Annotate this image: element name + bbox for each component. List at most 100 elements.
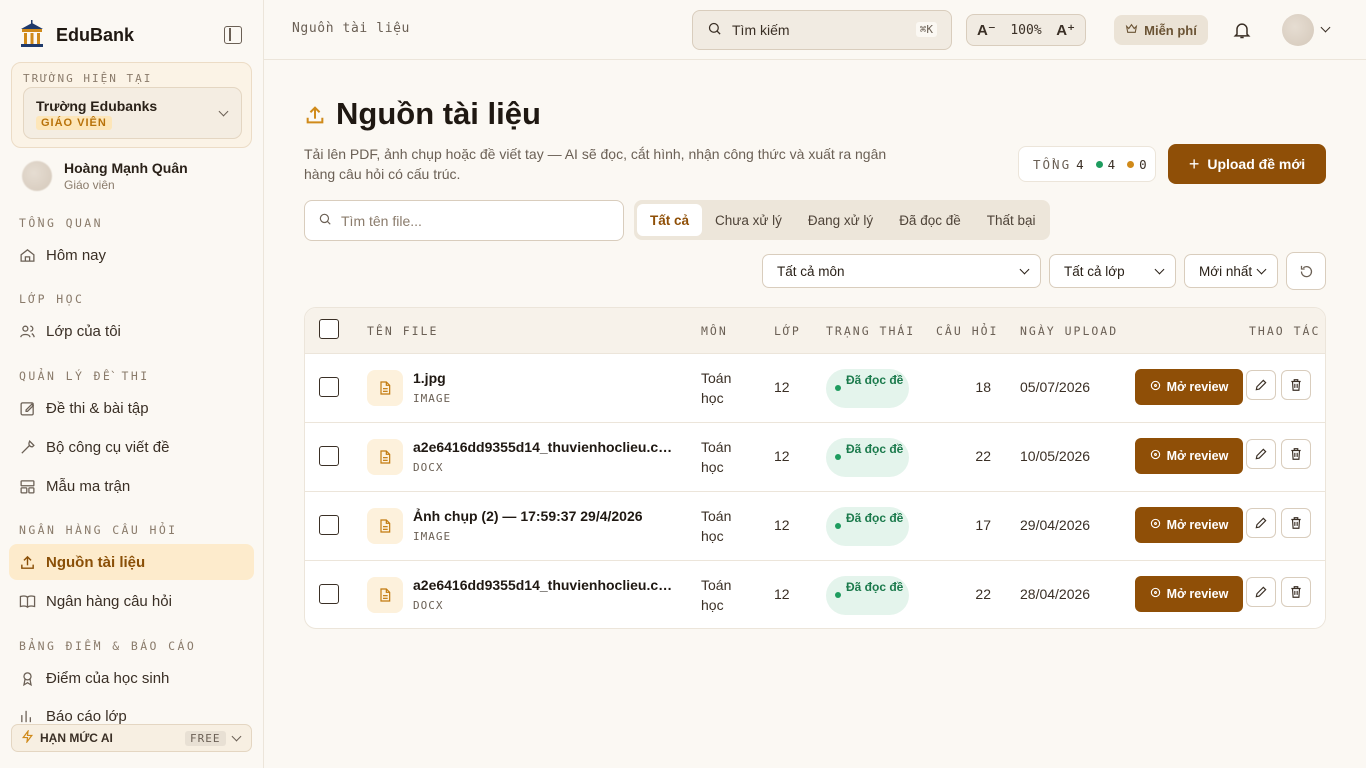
row-checkbox[interactable]: [319, 515, 339, 535]
chevron-down-icon: [218, 106, 229, 117]
section-question-bank: NGÂN HÀNG CÂU HỎI: [19, 523, 178, 537]
col-grade: LỚP: [774, 324, 801, 338]
tab-unprocessed[interactable]: Chưa xử lý: [702, 204, 795, 236]
file-name[interactable]: 1.jpg: [413, 370, 673, 386]
select-all-checkbox[interactable]: [319, 319, 339, 339]
plan-badge[interactable]: Miễn phí: [1114, 15, 1208, 45]
table-row[interactable]: 1.jpg IMAGE Toán học 12 Đã đọc đề 18 05/…: [305, 354, 1325, 423]
delete-button[interactable]: [1281, 577, 1311, 607]
file-type: DOCX: [413, 461, 444, 474]
edit-button[interactable]: [1246, 508, 1276, 538]
delete-button[interactable]: [1281, 508, 1311, 538]
grade-cell: 12: [774, 517, 790, 533]
col-file-name[interactable]: TÊN FILE: [367, 324, 438, 338]
bell-icon[interactable]: [1232, 20, 1252, 40]
stats-pending: 0: [1139, 156, 1148, 172]
row-checkbox[interactable]: [319, 584, 339, 604]
delete-button[interactable]: [1281, 439, 1311, 469]
user-avatar[interactable]: [1282, 14, 1314, 46]
open-review-button[interactable]: Mở review: [1135, 369, 1243, 405]
sidebar-item-my-classes[interactable]: Lớp của tôi: [9, 313, 254, 349]
stats-label: TỔNG: [1033, 156, 1072, 172]
subject-filter-select[interactable]: Tất cả môn: [762, 254, 1041, 288]
subject-cell: Toán học: [701, 439, 732, 475]
school-select[interactable]: Trường Edubanks GIÁO VIÊN: [23, 87, 242, 139]
edit-icon: [19, 400, 36, 417]
subject-cell: Toán học: [701, 508, 732, 544]
subject-cell: Toán học: [701, 370, 732, 406]
zoom-out-button[interactable]: A⁻: [977, 21, 996, 39]
topbar: Nguồn tài liệu Tìm kiếm ⌘K A⁻ 100% A⁺ Mi…: [264, 0, 1366, 60]
tab-read[interactable]: Đã đọc đề: [886, 204, 974, 236]
sidebar-item-exams[interactable]: Đề thi & bài tập: [9, 390, 254, 426]
file-name[interactable]: a2e6416dd9355d14_thuvienhoclieu.com-De-t…: [413, 439, 673, 455]
refresh-button[interactable]: [1286, 252, 1326, 290]
pencil-icon: [1255, 586, 1267, 598]
question-count: 22: [975, 586, 991, 602]
play-circle-icon: [1150, 518, 1161, 532]
tab-all[interactable]: Tất cả: [637, 204, 703, 236]
sort-value: Mới nhất: [1199, 263, 1253, 279]
school-switcher-card: TRƯỜNG HIỆN TẠI Trường Edubanks GIÁO VIÊ…: [11, 62, 252, 148]
global-search-input[interactable]: Tìm kiếm ⌘K: [692, 10, 952, 50]
users-icon: [19, 323, 36, 340]
ai-quota-bar[interactable]: HẠN MỨC AI FREE: [11, 724, 252, 752]
file-icon: [367, 508, 403, 544]
open-review-button[interactable]: Mở review: [1135, 438, 1243, 474]
row-checkbox[interactable]: [319, 377, 339, 397]
open-review-button[interactable]: Mở review: [1135, 576, 1243, 612]
plus-icon: +: [1188, 153, 1200, 174]
subject-cell: Toán học: [701, 577, 732, 613]
table-row[interactable]: Ảnh chụp (2) — 17:59:37 29/4/2026 IMAGE …: [305, 492, 1325, 561]
upload-date: 28/04/2026: [1020, 586, 1091, 602]
question-count: 22: [975, 448, 991, 464]
user-profile[interactable]: Hoàng Mạnh Quân Giáo viên: [22, 160, 188, 192]
zoom-in-button[interactable]: A⁺: [1056, 21, 1075, 39]
chevron-down-icon[interactable]: [1320, 22, 1331, 33]
row-checkbox[interactable]: [319, 446, 339, 466]
sidebar-item-student-scores[interactable]: Điểm của học sinh: [9, 660, 254, 696]
delete-button[interactable]: [1281, 370, 1311, 400]
tab-failed[interactable]: Thất bại: [974, 204, 1049, 236]
upload-date: 10/05/2026: [1020, 448, 1091, 464]
sidebar-item-sources[interactable]: Nguồn tài liệu: [9, 544, 254, 580]
section-overview: TỔNG QUAN: [19, 216, 103, 230]
table-header: TÊN FILE MÔN LỚP TRẠNG THÁI CÂU HỎI NGÀY…: [305, 308, 1325, 354]
sidebar-item-exam-tools[interactable]: Bộ công cụ viết đề: [9, 429, 254, 465]
brand[interactable]: EduBank: [18, 18, 134, 52]
file-icon: [367, 577, 403, 613]
tab-processing[interactable]: Đang xử lý: [795, 204, 886, 236]
edit-button[interactable]: [1246, 577, 1276, 607]
col-subject: MÔN: [701, 324, 728, 338]
sidebar-item-question-bank[interactable]: Ngân hàng câu hỏi: [9, 583, 254, 619]
search-icon: [707, 21, 722, 39]
done-dot-icon: [1095, 160, 1103, 168]
grid-icon: [19, 478, 36, 495]
edit-button[interactable]: [1246, 370, 1276, 400]
col-upload-date[interactable]: NGÀY UPLOAD: [1020, 324, 1118, 338]
sort-select[interactable]: Mới nhất: [1184, 254, 1278, 288]
sidebar-item-matrix-templates[interactable]: Mẫu ma trận: [9, 468, 254, 504]
file-name[interactable]: Ảnh chụp (2) — 17:59:37 29/4/2026: [413, 508, 673, 524]
open-review-button[interactable]: Mở review: [1135, 507, 1243, 543]
table-row[interactable]: a2e6416dd9355d14_thuvienhoclieu.com-De-t…: [305, 423, 1325, 492]
pencil-icon: [1255, 517, 1267, 529]
grade-filter-select[interactable]: Tất cả lớp: [1049, 254, 1176, 288]
file-search-input[interactable]: Tìm tên file...: [304, 200, 624, 241]
stats-total: 4: [1076, 156, 1085, 172]
upload-button[interactable]: + Upload đề mới: [1168, 144, 1326, 184]
file-name[interactable]: a2e6416dd9355d14_thuvienhoclieu.com-De-t…: [413, 577, 673, 593]
grade-cell: 12: [774, 586, 790, 602]
question-count: 18: [975, 379, 991, 395]
stats-summary: TỔNG 4 4 0: [1018, 146, 1156, 182]
play-circle-icon: [1150, 587, 1161, 601]
collapse-sidebar-icon[interactable]: [224, 26, 242, 44]
ai-quota-label: HẠN MỨC AI: [40, 731, 113, 745]
status-badge: Đã đọc đề: [826, 369, 909, 408]
sidebar-item-today[interactable]: Hôm nay: [9, 237, 254, 273]
pencil-icon: [1255, 448, 1267, 460]
school-logo-icon: [21, 20, 43, 47]
table-row[interactable]: a2e6416dd9355d14_thuvienhoclieu.com-De-t…: [305, 561, 1325, 628]
edit-button[interactable]: [1246, 439, 1276, 469]
trash-icon: [1291, 517, 1301, 529]
